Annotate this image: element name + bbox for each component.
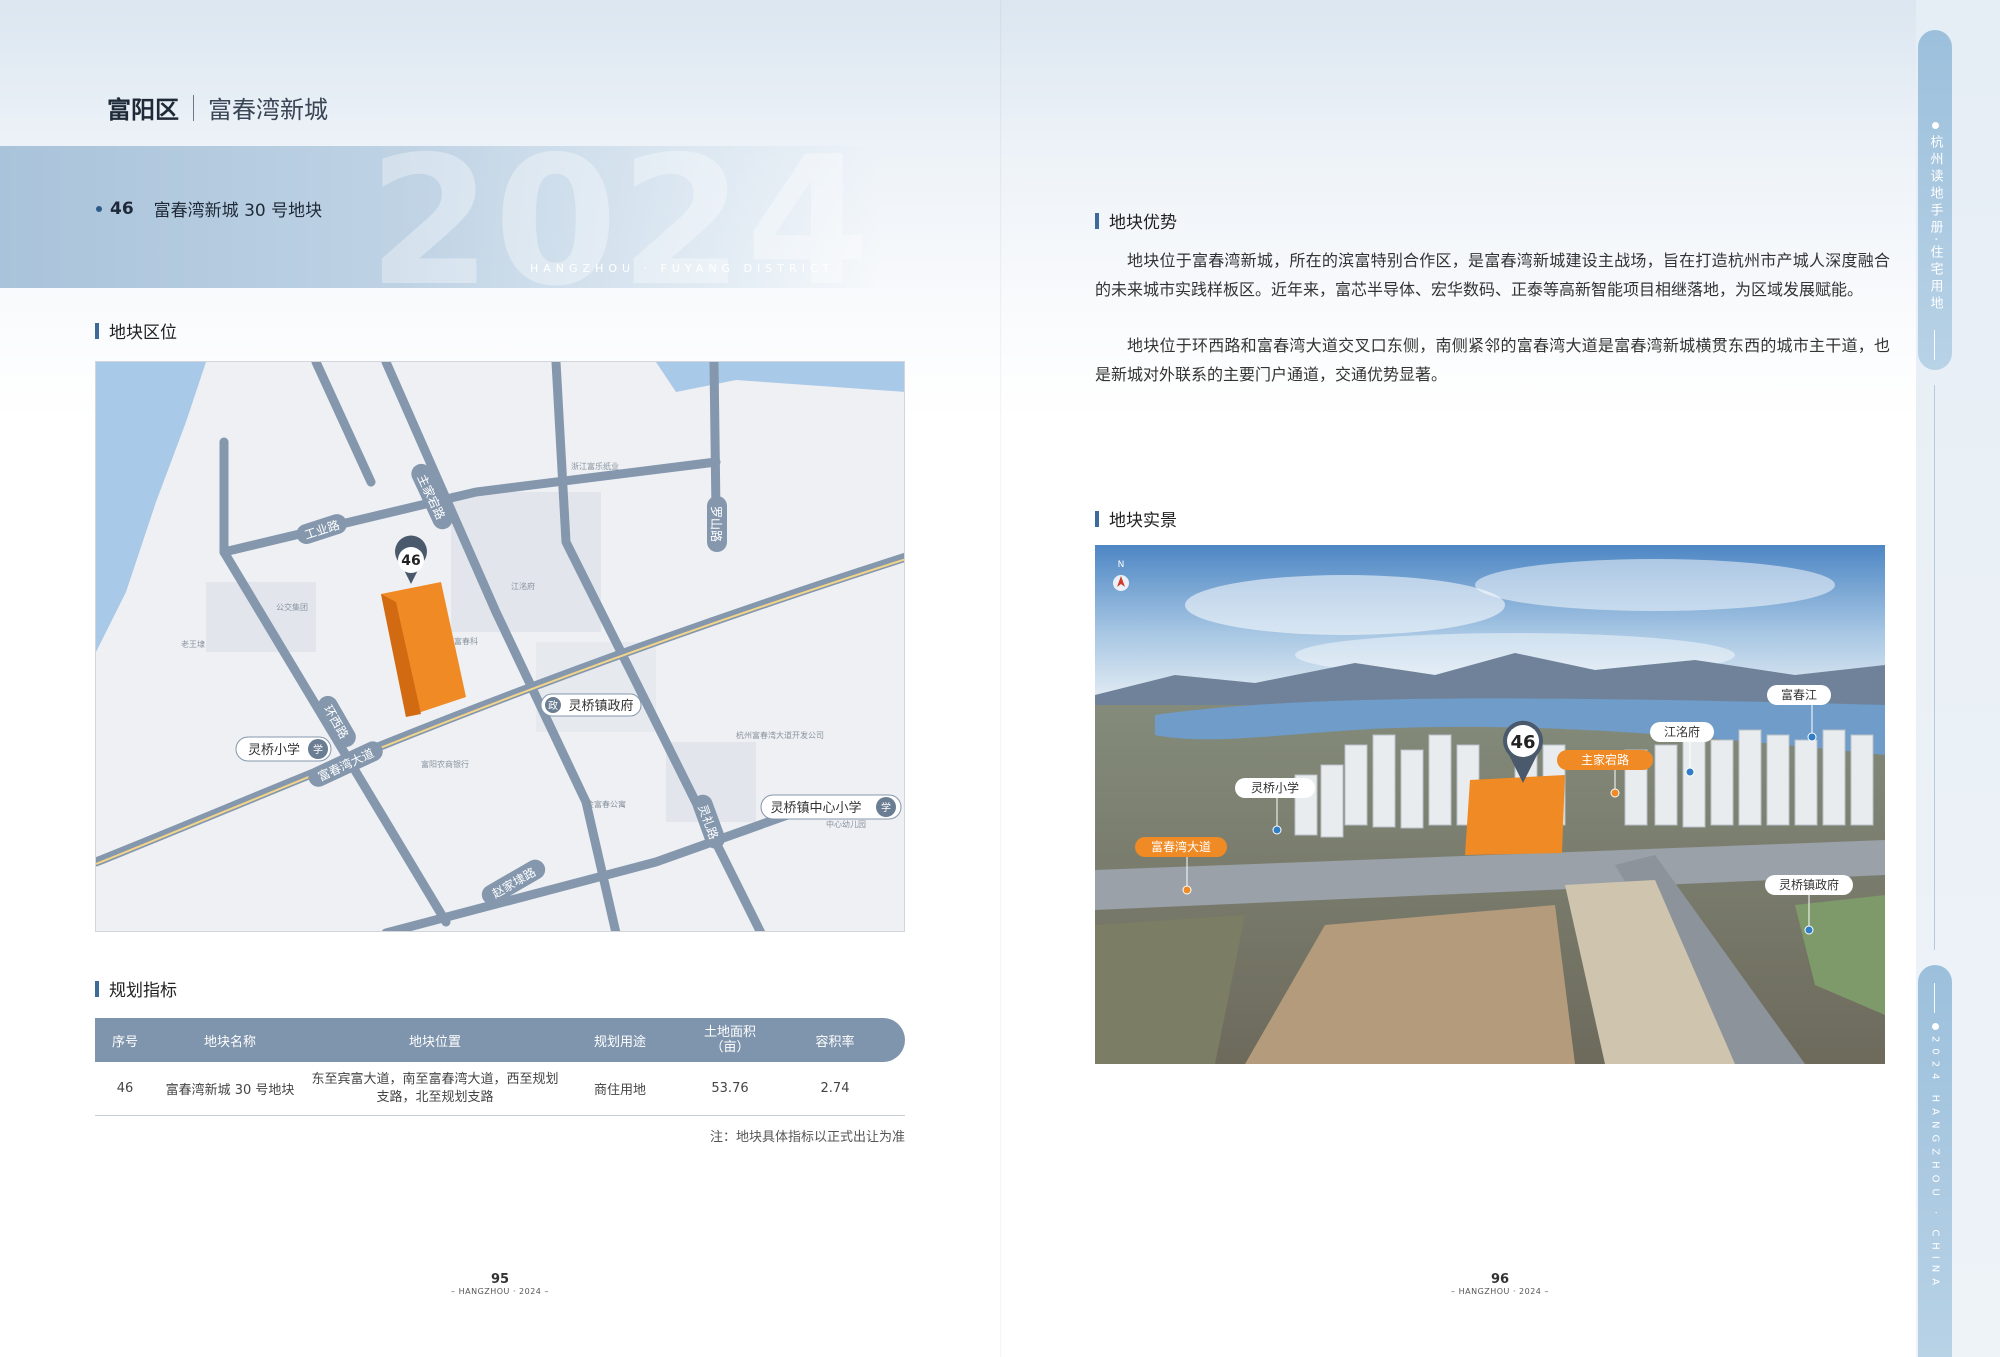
tab2-text: 2024 HANGZHOU · CHINA [1929,1036,1941,1292]
th-area: 土地面积 （亩） [703,1025,756,1055]
svg-text:富阳农商银行: 富阳农商银行 [421,759,469,769]
svg-text:罗山路: 罗山路 [709,506,724,542]
advantage-paragraph-1: 地块位于富春湾新城，所在的滨富特别合作区，是富春湾新城建设主战场，旨在打造杭州市… [1095,251,1890,299]
district-name: 富阳区 [107,96,179,124]
page-fold [1000,0,1002,1357]
page-number-right: 96 – HANGZHOU · 2024 – [1445,1272,1555,1296]
section-indicators: 规划指标 [95,976,177,1001]
indicators-table: 序号 地块名称 地块位置 规划用途 土地面积 （亩） 容积率 46 富春湾新城 … [95,1018,905,1116]
tab-dot-icon [1931,1023,1939,1030]
cell-far: 2.74 [820,1081,850,1096]
svg-text:灵桥镇中心小学: 灵桥镇中心小学 [770,800,861,816]
svg-text:金富春公寓: 金富春公寓 [586,799,626,809]
page-header: 富阳区 富春湾新城 [107,90,328,125]
svg-text:46: 46 [401,553,420,569]
svg-text:富春江: 富春江 [1781,687,1817,702]
right-page-num: 96 [1490,1272,1510,1287]
svg-text:学: 学 [313,743,323,756]
cell-name: 富春湾新城 30 号地块 [165,1083,295,1098]
side-tab-year[interactable]: 2024 HANGZHOU · CHINA [1918,965,1952,1357]
svg-text:N: N [1118,560,1125,570]
page-number-left: 95 – HANGZHOU · 2024 – [445,1272,555,1296]
svg-text:杭州富春湾大道开发公司: 杭州富春湾大道开发公司 [736,730,824,740]
aerial-photo[interactable]: 46 N 富春江 江洺府 主家宕路 灵桥小学 富春湾大道 灵桥镇政府 [1095,545,1885,1064]
lot-number: 46 [110,198,134,219]
tab-line [1934,330,1935,360]
tab1-text: 杭州读地手册·住宅用地 [1927,135,1943,314]
bullet-dot-icon [96,205,102,212]
th-far: 容积率 [815,1034,855,1050]
header-divider [193,94,194,121]
svg-text:学: 学 [881,801,891,814]
section-reality: 地块实景 [1095,506,1177,531]
th-use: 规划用途 [593,1034,646,1050]
school-poi-2: 灵桥镇中心小学 学 [760,794,902,820]
section-indicators-label: 规划指标 [109,981,177,1001]
svg-text:政: 政 [548,699,558,712]
th-location: 地块位置 [408,1034,461,1050]
left-page-num: 95 [490,1272,510,1287]
left-page-sub: – HANGZHOU · 2024 – [451,1287,549,1296]
svg-text:浙江富乐纸业: 浙江富乐纸业 [571,461,619,471]
svg-text:公交集团: 公交集团 [276,602,308,612]
svg-text:灵桥镇政府: 灵桥镇政府 [568,699,633,714]
section-bar [95,980,99,997]
lot-title: 46 富春湾新城 30 号地块 [96,196,322,221]
rail-divider [1934,385,1935,950]
svg-text:老王埭: 老王埭 [181,639,205,649]
gov-poi: 政 灵桥镇政府 [540,693,642,717]
table-row: 46 富春湾新城 30 号地块 东至宾富大道，南至富春湾大道，西至规划支路，北至… [95,1062,905,1116]
table-header: 序号 地块名称 地块位置 规划用途 土地面积 （亩） 容积率 [95,1018,905,1062]
svg-text:富春科: 富春科 [454,636,478,646]
side-tab-label: 杭州读地手册·住宅用地 [1918,122,1952,313]
tab-dot-icon [1931,122,1939,129]
tab-line [1934,983,1935,1013]
cell-no: 46 [116,1081,134,1096]
svg-text:灵桥小学: 灵桥小学 [1251,780,1299,795]
section-bar [95,322,99,339]
svg-text:中心幼儿园: 中心幼儿园 [826,819,866,829]
cell-use: 商住用地 [593,1083,646,1098]
side-tab-handbook[interactable]: 杭州读地手册·住宅用地 [1918,30,1952,370]
th-name: 地块名称 [203,1034,256,1050]
right-page-sub: – HANGZHOU · 2024 – [1451,1287,1549,1296]
section-reality-label: 地块实景 [1109,511,1177,531]
side-tab-label: 2024 HANGZHOU · CHINA [1918,1023,1952,1291]
location-map[interactable]: 46 工业路 主家宕路 罗山路 环西路 富春湾大道 灵礼路 赵家埭路 政 灵桥镇… [95,361,905,932]
section-bar [1095,212,1099,229]
svg-text:江洺府: 江洺府 [511,581,535,591]
svg-text:灵桥小学: 灵桥小学 [248,742,300,758]
section-location: 地块区位 [95,318,177,343]
section-location-label: 地块区位 [109,323,177,343]
svg-text:主家宕路: 主家宕路 [1581,752,1629,767]
svg-text:灵桥镇政府: 灵桥镇政府 [1779,877,1839,892]
svg-text:富春湾大道: 富春湾大道 [1151,839,1211,854]
cell-area: 53.76 [711,1081,749,1096]
th-no: 序号 [111,1034,138,1050]
table-note: 注：地块具体指标以正式出让为准 [709,1130,905,1145]
area-name: 富春湾新城 [208,96,328,124]
advantage-paragraph-2: 地块位于环西路和富春湾大道交叉口东侧，南侧紧邻的富春湾大道是富春湾新城横贯东西的… [1095,336,1890,384]
banner-subtitle: HANGZHOU · FUYANG DISTRICT [530,262,835,275]
section-advantages-label: 地块优势 [1109,213,1177,233]
lot-name: 富春湾新城 30 号地块 [153,201,323,221]
svg-text:46: 46 [1510,732,1535,753]
section-advantages: 地块优势 [1095,208,1177,233]
school-poi-1: 灵桥小学 学 [235,736,332,762]
banner-year: 2024 [368,118,872,325]
cell-location: 东至宾富大道，南至富春湾大道，西至规划支路，北至规划支路 [311,1071,559,1105]
svg-text:江洺府: 江洺府 [1664,724,1700,739]
section-bar [1095,510,1099,527]
